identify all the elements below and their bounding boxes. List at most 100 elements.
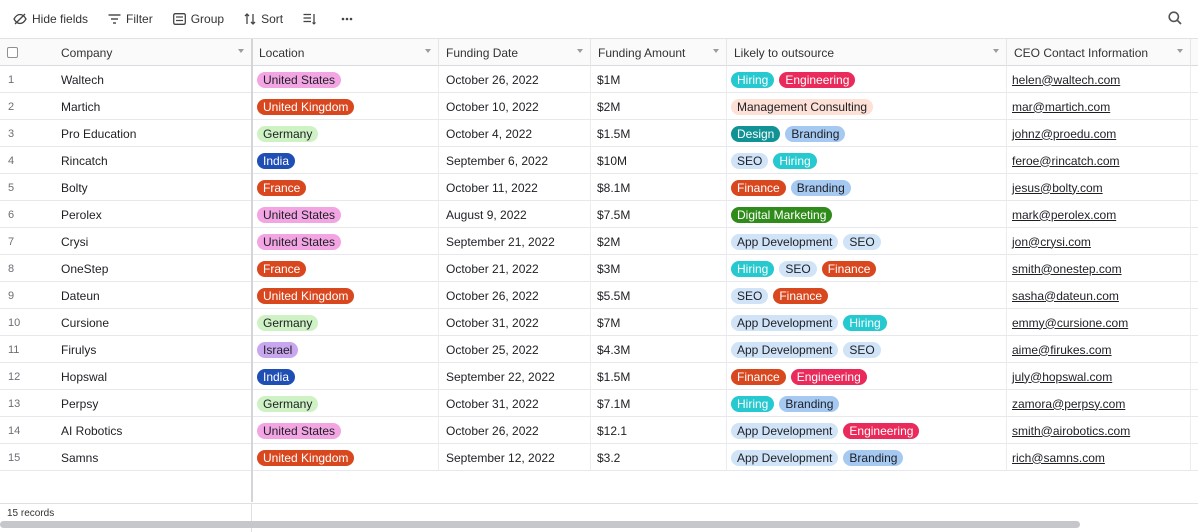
funding-amount-cell[interactable]: $12.1 bbox=[591, 417, 727, 444]
ceo-email-link[interactable]: rich@samns.com bbox=[1012, 451, 1105, 465]
ceo-email-link[interactable]: feroe@rincatch.com bbox=[1012, 154, 1120, 168]
outsource-tags-cell[interactable]: App Development Hiring bbox=[727, 309, 1007, 336]
outsource-tags-cell[interactable]: SEO Finance bbox=[727, 282, 1007, 309]
table-row[interactable]: 9 Dateun United Kingdom October 26, 2022 $5.… bbox=[0, 282, 1198, 309]
company-cell[interactable]: Perpsy bbox=[52, 390, 252, 417]
chevron-down-icon[interactable] bbox=[238, 49, 244, 53]
column-header-funding-amount[interactable]: Funding Amount bbox=[591, 39, 727, 66]
funding-amount-cell[interactable]: $1M bbox=[591, 66, 727, 93]
location-cell[interactable]: India bbox=[252, 147, 439, 174]
company-cell[interactable]: Cursione bbox=[52, 309, 252, 336]
location-cell[interactable]: United States bbox=[252, 417, 439, 444]
row-number-cell[interactable]: 10 bbox=[0, 309, 52, 336]
location-cell[interactable]: United States bbox=[252, 66, 439, 93]
row-number-cell[interactable]: 14 bbox=[0, 417, 52, 444]
table-row[interactable]: 3 Pro Education Germany October 4, 2022 $1.5… bbox=[0, 120, 1198, 147]
ceo-email-link[interactable]: july@hopswal.com bbox=[1012, 370, 1112, 384]
table-row[interactable]: 4 Rincatch India September 6, 2022 $10M SEO Hi… bbox=[0, 147, 1198, 174]
row-number-cell[interactable]: 12 bbox=[0, 363, 52, 390]
company-cell[interactable]: Martich bbox=[52, 93, 252, 120]
table-row[interactable]: 14 AI Robotics United States October 26, 20… bbox=[0, 417, 1198, 444]
ceo-contact-cell[interactable]: mar@martich.com bbox=[1007, 93, 1191, 120]
funding-amount-cell[interactable]: $1.5M bbox=[591, 120, 727, 147]
table-row[interactable]: 5 Bolty France October 11, 2022 $8.1M Finance… bbox=[0, 174, 1198, 201]
ceo-email-link[interactable]: emmy@cursione.com bbox=[1012, 316, 1128, 330]
hide-fields-button[interactable]: Hide fields bbox=[13, 6, 88, 32]
outsource-tags-cell[interactable]: Management Consulting bbox=[727, 93, 1007, 120]
location-cell[interactable]: United Kingdom bbox=[252, 444, 439, 471]
ceo-contact-cell[interactable]: july@hopswal.com bbox=[1007, 363, 1191, 390]
funding-amount-cell[interactable]: $1.5M bbox=[591, 363, 727, 390]
company-cell[interactable]: Rincatch bbox=[52, 147, 252, 174]
outsource-tags-cell[interactable]: App Development SEO bbox=[727, 228, 1007, 255]
company-cell[interactable]: AI Robotics bbox=[52, 417, 252, 444]
location-cell[interactable]: Germany bbox=[252, 390, 439, 417]
funding-date-cell[interactable]: September 22, 2022 bbox=[439, 363, 591, 390]
company-cell[interactable]: Bolty bbox=[52, 174, 252, 201]
outsource-tags-cell[interactable]: Hiring SEO Finance bbox=[727, 255, 1007, 282]
chevron-down-icon[interactable] bbox=[1177, 49, 1183, 53]
funding-date-cell[interactable]: October 25, 2022 bbox=[439, 336, 591, 363]
select-all-checkbox[interactable] bbox=[7, 47, 18, 58]
funding-date-cell[interactable]: October 26, 2022 bbox=[439, 417, 591, 444]
location-cell[interactable]: India bbox=[252, 363, 439, 390]
row-number-cell[interactable]: 7 bbox=[0, 228, 52, 255]
funding-amount-cell[interactable]: $4.3M bbox=[591, 336, 727, 363]
ceo-contact-cell[interactable]: mark@perolex.com bbox=[1007, 201, 1191, 228]
table-row[interactable]: 8 OneStep France October 21, 2022 $3M Hiring S… bbox=[0, 255, 1198, 282]
ceo-contact-cell[interactable]: smith@onestep.com bbox=[1007, 255, 1191, 282]
chevron-down-icon[interactable] bbox=[713, 49, 719, 53]
funding-date-cell[interactable]: October 31, 2022 bbox=[439, 390, 591, 417]
table-row[interactable]: 11 Firulys Israel October 25, 2022 $4.3M App … bbox=[0, 336, 1198, 363]
outsource-tags-cell[interactable]: Hiring Branding bbox=[727, 390, 1007, 417]
row-number-cell[interactable]: 2 bbox=[0, 93, 52, 120]
funding-amount-cell[interactable]: $7M bbox=[591, 309, 727, 336]
ceo-contact-cell[interactable]: rich@samns.com bbox=[1007, 444, 1191, 471]
table-row[interactable]: 10 Cursione Germany October 31, 2022 $7M App … bbox=[0, 309, 1198, 336]
table-row[interactable]: 2 Martich United Kingdom October 10, 2022 $2… bbox=[0, 93, 1198, 120]
funding-date-cell[interactable]: October 26, 2022 bbox=[439, 282, 591, 309]
frozen-column-divider[interactable] bbox=[251, 39, 253, 502]
outsource-tags-cell[interactable]: Finance Engineering bbox=[727, 363, 1007, 390]
chevron-down-icon[interactable] bbox=[577, 49, 583, 53]
column-header-ceo-contact[interactable]: CEO Contact Information bbox=[1007, 39, 1191, 66]
row-number-cell[interactable]: 13 bbox=[0, 390, 52, 417]
ceo-email-link[interactable]: jesus@bolty.com bbox=[1012, 181, 1103, 195]
location-cell[interactable]: United States bbox=[252, 228, 439, 255]
funding-amount-cell[interactable]: $3M bbox=[591, 255, 727, 282]
horizontal-scrollbar[interactable] bbox=[0, 521, 1080, 528]
row-number-cell[interactable]: 6 bbox=[0, 201, 52, 228]
funding-date-cell[interactable]: October 4, 2022 bbox=[439, 120, 591, 147]
ceo-email-link[interactable]: johnz@proedu.com bbox=[1012, 127, 1116, 141]
outsource-tags-cell[interactable]: Hiring Engineering bbox=[727, 66, 1007, 93]
funding-date-cell[interactable]: October 21, 2022 bbox=[439, 255, 591, 282]
chevron-down-icon[interactable] bbox=[993, 49, 999, 53]
ceo-email-link[interactable]: smith@onestep.com bbox=[1012, 262, 1122, 276]
row-number-cell[interactable]: 4 bbox=[0, 147, 52, 174]
more-options-button[interactable] bbox=[341, 6, 358, 32]
company-cell[interactable]: OneStep bbox=[52, 255, 252, 282]
funding-amount-cell[interactable]: $2M bbox=[591, 228, 727, 255]
location-cell[interactable]: United Kingdom bbox=[252, 282, 439, 309]
funding-amount-cell[interactable]: $8.1M bbox=[591, 174, 727, 201]
funding-date-cell[interactable]: October 31, 2022 bbox=[439, 309, 591, 336]
ceo-email-link[interactable]: jon@crysi.com bbox=[1012, 235, 1091, 249]
row-number-cell[interactable]: 9 bbox=[0, 282, 52, 309]
chevron-down-icon[interactable] bbox=[425, 49, 431, 53]
company-cell[interactable]: Crysi bbox=[52, 228, 252, 255]
outsource-tags-cell[interactable]: Design Branding bbox=[727, 120, 1007, 147]
sort-button[interactable]: Sort bbox=[244, 6, 283, 32]
row-number-cell[interactable]: 3 bbox=[0, 120, 52, 147]
funding-date-cell[interactable]: October 11, 2022 bbox=[439, 174, 591, 201]
column-header-funding-date[interactable]: Funding Date bbox=[439, 39, 591, 66]
row-number-cell[interactable]: 15 bbox=[0, 444, 52, 471]
ceo-email-link[interactable]: helen@waltech.com bbox=[1012, 73, 1120, 87]
ceo-email-link[interactable]: mark@perolex.com bbox=[1012, 208, 1116, 222]
table-row[interactable]: 13 Perpsy Germany October 31, 2022 $7.1M Hiri… bbox=[0, 390, 1198, 417]
table-row[interactable]: 1 Waltech United States October 26, 2022 $1M… bbox=[0, 66, 1198, 93]
column-header-likely-to-outsource[interactable]: Likely to outsource bbox=[727, 39, 1007, 66]
row-number-cell[interactable]: 5 bbox=[0, 174, 52, 201]
outsource-tags-cell[interactable]: Digital Marketing bbox=[727, 201, 1007, 228]
ceo-email-link[interactable]: smith@airobotics.com bbox=[1012, 424, 1130, 438]
company-cell[interactable]: Pro Education bbox=[52, 120, 252, 147]
